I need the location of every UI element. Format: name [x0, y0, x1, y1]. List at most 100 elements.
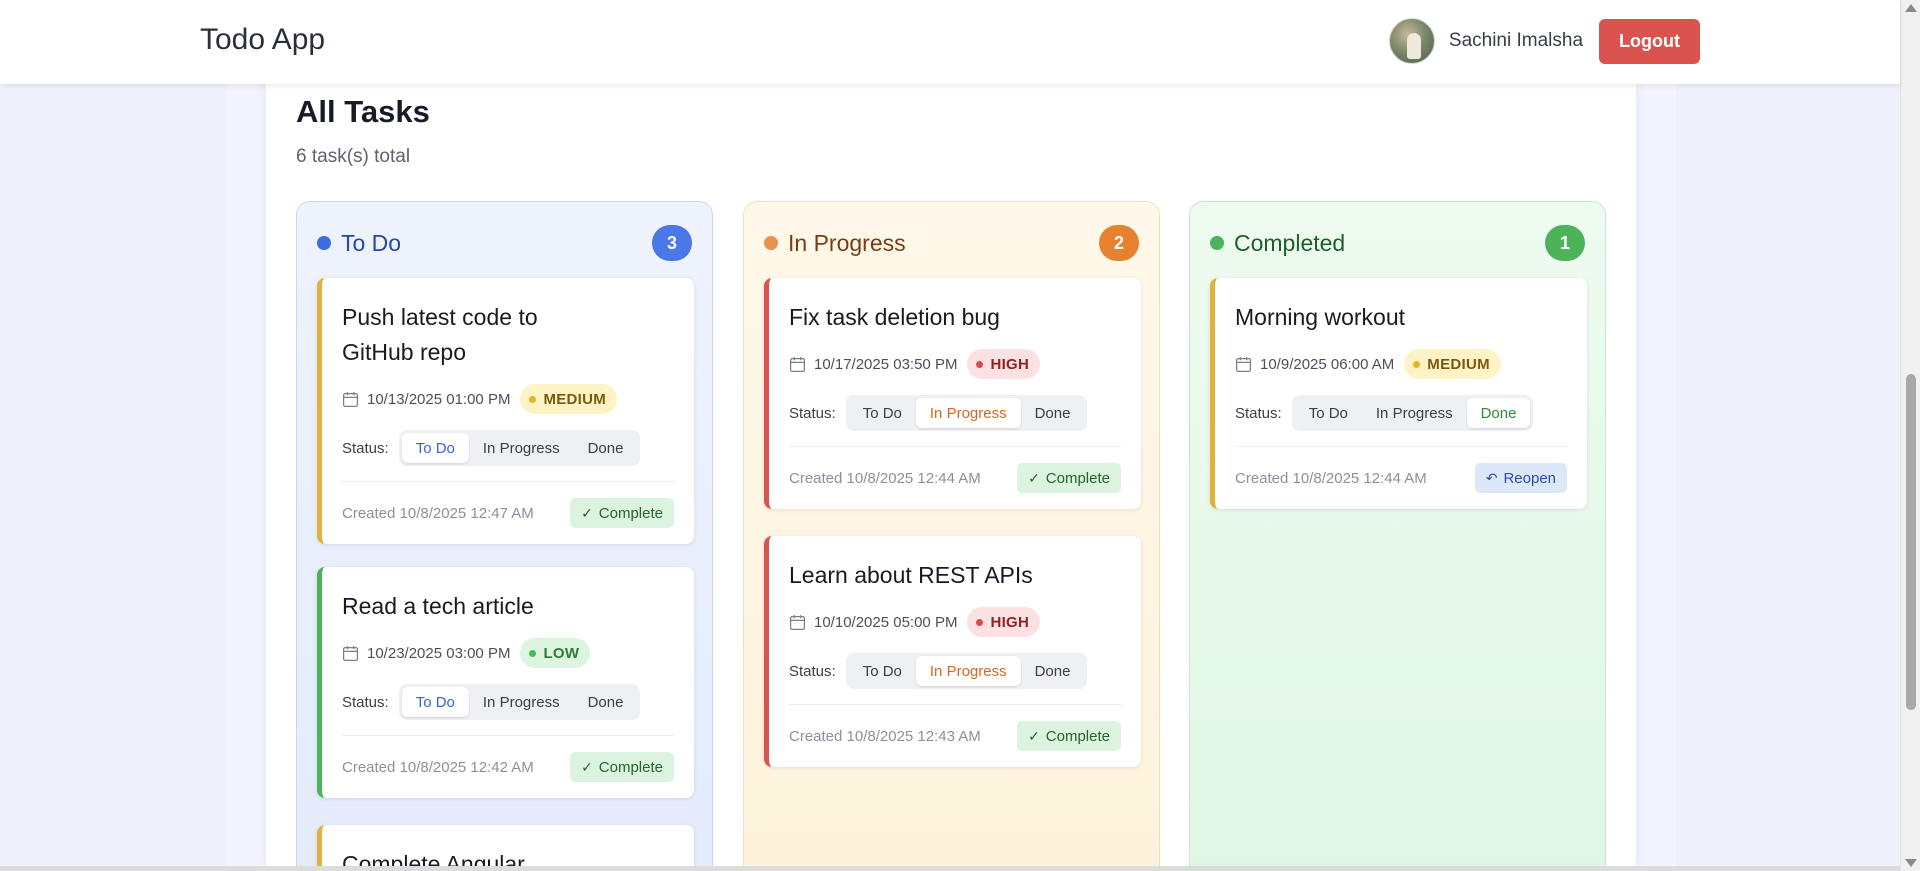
- undo-icon: ↶: [1485, 469, 1498, 486]
- column-todo: To Do 3 Push latest code to GitHub repo …: [296, 201, 713, 871]
- task-due-date: 10/13/2025 01:00 PM: [367, 390, 511, 408]
- status-label: Status:: [789, 404, 836, 422]
- task-due-date: 10/23/2025 03:00 PM: [367, 644, 511, 662]
- column-completed: Completed 1 Morning workout 10/9/2025 06…: [1189, 201, 1606, 871]
- page-title: All Tasks: [296, 94, 430, 129]
- task-meta: 10/13/2025 01:00 PM MEDIUM: [342, 384, 674, 414]
- status-toggle-group: To Do In Progress Done: [398, 684, 641, 720]
- vertical-scrollbar[interactable]: [1900, 0, 1920, 871]
- task-title: Push latest code to GitHub repo: [342, 300, 674, 370]
- column-header: In Progress 2: [764, 225, 1139, 261]
- task-due-date: 10/10/2025 05:00 PM: [814, 613, 958, 631]
- status-option-done[interactable]: Done: [1021, 656, 1085, 686]
- priority-dot-icon: [1413, 360, 1421, 368]
- task-card: Complete Angular: [317, 825, 694, 871]
- status-option-in-progress[interactable]: In Progress: [469, 433, 574, 463]
- column-dot-icon: [1210, 236, 1224, 250]
- status-toggle-group: To Do In Progress Done: [1291, 395, 1534, 431]
- status-selector: Status: To Do In Progress Done: [342, 684, 674, 720]
- calendar-icon: [342, 391, 359, 407]
- check-icon: ✓: [1028, 469, 1040, 486]
- logout-button[interactable]: Logout: [1599, 18, 1700, 64]
- task-title-line: Morning workout: [1235, 304, 1406, 330]
- task-created-at: Created 10/8/2025 12:43 AM: [789, 727, 981, 745]
- task-meta: 10/10/2025 05:00 PM HIGH: [789, 607, 1121, 637]
- status-option-done[interactable]: Done: [574, 433, 638, 463]
- task-due-date: 10/9/2025 06:00 AM: [1260, 355, 1395, 373]
- priority-dot-icon: [976, 618, 984, 626]
- status-label: Status:: [789, 662, 836, 680]
- column-in-progress: In Progress 2 Fix task deletion bug 10/1…: [743, 201, 1160, 871]
- task-title-line: Fix task deletion bug: [789, 304, 1000, 330]
- priority-dot-icon: [529, 395, 537, 403]
- status-label: Status:: [1235, 404, 1282, 422]
- status-option-in-progress[interactable]: In Progress: [469, 687, 574, 717]
- task-title: Fix task deletion bug: [789, 300, 1121, 335]
- task-card: Learn about REST APIs 10/10/2025 05:00 P…: [764, 536, 1141, 767]
- complete-button[interactable]: ✓ Complete: [570, 498, 674, 528]
- priority-label: MEDIUM: [543, 390, 607, 408]
- task-card: Fix task deletion bug 10/17/2025 03:50 P…: [764, 278, 1141, 509]
- reopen-button[interactable]: ↶ Reopen: [1474, 463, 1567, 493]
- scroll-down-arrow-icon[interactable]: [1905, 859, 1917, 867]
- priority-dot-icon: [976, 360, 984, 368]
- complete-label: Complete: [598, 504, 663, 522]
- app-title[interactable]: Todo App: [200, 23, 325, 57]
- priority-badge: LOW: [520, 638, 591, 668]
- status-option-todo[interactable]: To Do: [849, 656, 916, 686]
- complete-button[interactable]: ✓ Complete: [1017, 721, 1121, 751]
- complete-label: Complete: [1045, 469, 1110, 487]
- task-title: Morning workout: [1235, 300, 1567, 335]
- status-option-in-progress[interactable]: In Progress: [915, 398, 1021, 428]
- user-name: Sachini Imalsha: [1448, 30, 1584, 51]
- status-option-todo[interactable]: To Do: [401, 687, 469, 717]
- task-count-summary: 6 task(s) total: [296, 146, 411, 167]
- column-title: In Progress: [788, 229, 906, 256]
- status-option-in-progress[interactable]: In Progress: [915, 656, 1021, 686]
- status-option-todo[interactable]: To Do: [401, 433, 469, 463]
- status-option-in-progress[interactable]: In Progress: [1362, 398, 1467, 428]
- task-meta: 10/9/2025 06:00 AM MEDIUM: [1235, 349, 1567, 379]
- horizontal-scrollbar[interactable]: [0, 866, 1900, 871]
- check-icon: ✓: [581, 758, 593, 775]
- task-title-line: GitHub repo: [342, 339, 467, 365]
- column-count-badge: 3: [652, 225, 692, 261]
- check-icon: ✓: [1028, 727, 1040, 744]
- status-option-done[interactable]: Done: [574, 687, 638, 717]
- scroll-up-arrow-icon[interactable]: [1905, 4, 1917, 12]
- user-area: Sachini Imalsha Logout: [1388, 18, 1700, 64]
- task-card: Read a tech article 10/23/2025 03:00 PM …: [317, 567, 694, 798]
- column-dot-icon: [317, 236, 331, 250]
- task-footer: Created 10/8/2025 12:43 AM ✓ Complete: [789, 705, 1121, 767]
- task-meta: 10/17/2025 03:50 PM HIGH: [789, 349, 1121, 379]
- status-selector: Status: To Do In Progress Done: [789, 395, 1121, 431]
- task-card: Push latest code to GitHub repo 10/13/20…: [317, 278, 694, 544]
- status-option-done[interactable]: Done: [1021, 398, 1085, 428]
- status-selector: Status: To Do In Progress Done: [1235, 395, 1567, 431]
- status-selector: Status: To Do In Progress Done: [342, 430, 674, 466]
- priority-label: MEDIUM: [1427, 355, 1490, 373]
- calendar-icon: [1235, 356, 1252, 372]
- check-icon: ✓: [581, 504, 593, 521]
- priority-label: HIGH: [990, 355, 1030, 373]
- priority-label: LOW: [543, 644, 580, 662]
- status-option-done[interactable]: Done: [1466, 398, 1531, 428]
- task-footer: Created 10/8/2025 12:44 AM ✓ Complete: [789, 447, 1121, 509]
- task-footer: Created 10/8/2025 12:47 AM ✓ Complete: [342, 482, 674, 544]
- priority-dot-icon: [529, 649, 537, 657]
- complete-label: Complete: [1045, 727, 1110, 745]
- priority-badge: MEDIUM: [1404, 349, 1501, 379]
- task-due-date: 10/17/2025 03:50 PM: [814, 355, 958, 373]
- column-count-badge: 1: [1545, 225, 1585, 261]
- scrollbar-thumb[interactable]: [1906, 374, 1916, 710]
- status-option-todo[interactable]: To Do: [849, 398, 916, 428]
- complete-button[interactable]: ✓ Complete: [570, 752, 674, 782]
- task-title: Read a tech article: [342, 589, 674, 624]
- task-created-at: Created 10/8/2025 12:42 AM: [342, 758, 534, 776]
- column-count-badge: 2: [1099, 225, 1139, 261]
- avatar[interactable]: [1388, 18, 1435, 64]
- status-option-todo[interactable]: To Do: [1295, 398, 1362, 428]
- complete-button[interactable]: ✓ Complete: [1017, 463, 1121, 493]
- status-toggle-group: To Do In Progress Done: [845, 653, 1088, 689]
- task-title-line: Learn about REST APIs: [789, 562, 1033, 588]
